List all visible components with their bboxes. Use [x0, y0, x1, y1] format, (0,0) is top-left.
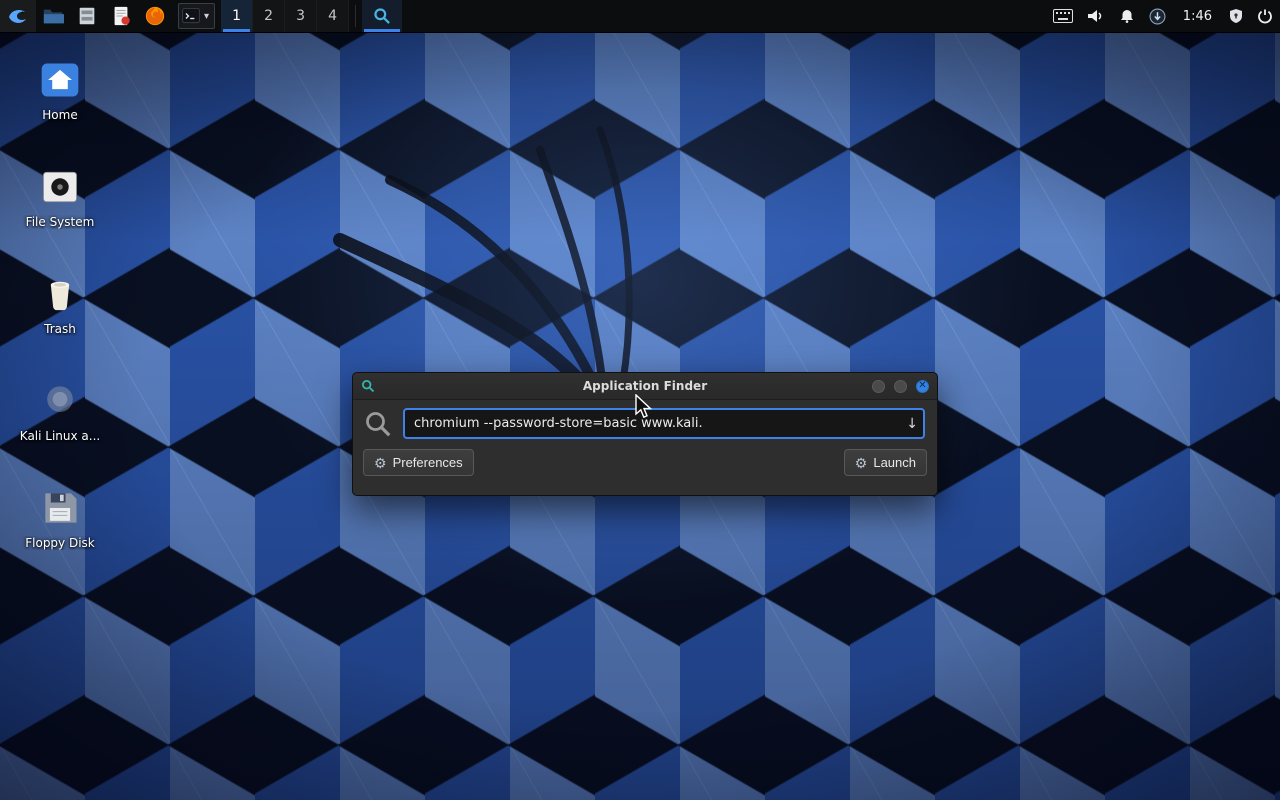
close-button[interactable]: ✕ [916, 380, 929, 393]
chevron-down-icon[interactable]: ▾ [201, 11, 212, 22]
trash-icon [12, 272, 108, 316]
search-input-wrapper: ↓ [403, 408, 925, 439]
desktop-icon-kali-link[interactable]: Kali Linux a... [12, 379, 108, 443]
window-controls: ✕ [872, 380, 929, 393]
text-editor-launcher[interactable] [104, 0, 138, 32]
panel-separator [355, 5, 356, 27]
home-icon [12, 58, 108, 102]
screen-lock-indicator[interactable] [1222, 0, 1250, 32]
maximize-button[interactable] [894, 380, 907, 393]
desktop-icon-label: Home [12, 108, 108, 122]
panel-right-group: 1:46 [1046, 0, 1280, 32]
desktop-icon-floppy-disk[interactable]: Floppy Disk [12, 486, 108, 550]
bell-icon [1119, 8, 1135, 24]
kali-logo-icon [6, 4, 30, 28]
workspace-button-4[interactable]: 4 [317, 0, 349, 32]
clock[interactable]: 1:46 [1173, 0, 1222, 32]
volume-button[interactable] [1080, 0, 1112, 32]
finder-footer: ⚙ Preferences ⚙ Launch [353, 443, 937, 486]
search-icon [373, 7, 391, 25]
power-icon [1257, 8, 1273, 24]
workspace-button-2[interactable]: 2 [253, 0, 285, 32]
drive-icon [12, 165, 108, 209]
titlebar[interactable]: Application Finder ✕ [353, 373, 937, 400]
terminal-launcher-combo[interactable]: ▾ [178, 3, 215, 29]
launch-label: Launch [873, 455, 916, 470]
command-input[interactable] [403, 408, 925, 439]
desktop-icon-label: Trash [12, 322, 108, 336]
shield-icon [1229, 8, 1243, 24]
window-search-icon [361, 379, 375, 393]
desktop-icon-file-system[interactable]: File System [12, 165, 108, 229]
launch-button[interactable]: ⚙ Launch [844, 449, 927, 476]
minimize-button[interactable] [872, 380, 885, 393]
firefox-launcher[interactable] [138, 0, 172, 32]
folder-icon [42, 5, 64, 27]
file-manager-launcher[interactable] [36, 0, 70, 32]
firefox-icon [144, 5, 166, 27]
window-title: Application Finder [353, 379, 937, 393]
top-panel: ▾ 1 2 3 4 [0, 0, 1280, 33]
floppy-disk-icon [12, 486, 108, 530]
desktop-icon-trash[interactable]: Trash [12, 272, 108, 336]
application-finder-window: Application Finder ✕ ↓ ⚙ Preferences ⚙ L… [352, 372, 938, 496]
applications-menu-button[interactable] [0, 0, 36, 32]
workspace-button-3[interactable]: 3 [285, 0, 317, 32]
keyboard-layout-indicator[interactable] [1046, 0, 1080, 32]
desktop-icon-label: Floppy Disk [12, 536, 108, 550]
file-cabinet-icon [76, 5, 98, 27]
workspace-label: 1 [232, 8, 241, 24]
keyboard-icon [1053, 9, 1073, 23]
speaker-icon [1087, 8, 1105, 24]
documents-launcher[interactable] [70, 0, 104, 32]
panel-left-group: ▾ 1 2 3 4 [0, 0, 402, 32]
workspace-label: 4 [328, 8, 337, 24]
search-row: ↓ [353, 400, 937, 443]
update-indicator[interactable] [1142, 0, 1173, 32]
desktop-icon-label: File System [12, 215, 108, 229]
preferences-button[interactable]: ⚙ Preferences [363, 449, 474, 476]
desktop-icon-label: Kali Linux a... [12, 429, 108, 443]
update-orb-icon [1149, 8, 1166, 25]
notifications-button[interactable] [1112, 0, 1142, 32]
document-edit-icon [110, 5, 132, 27]
desktop-icon-home[interactable]: Home [12, 58, 108, 122]
workspace-button-1[interactable]: 1 [221, 0, 253, 32]
preferences-label: Preferences [393, 455, 463, 470]
launch-gear-icon: ⚙ [855, 456, 868, 470]
gear-icon: ⚙ [374, 456, 387, 470]
workspace-label: 3 [296, 8, 305, 24]
kali-docs-icon [12, 379, 108, 423]
power-button[interactable] [1250, 0, 1280, 32]
taskbar-application-finder[interactable] [362, 0, 402, 32]
history-dropdown-arrow-icon[interactable]: ↓ [906, 416, 918, 432]
search-icon [363, 409, 393, 439]
terminal-icon [181, 6, 201, 26]
workspace-label: 2 [264, 8, 273, 24]
